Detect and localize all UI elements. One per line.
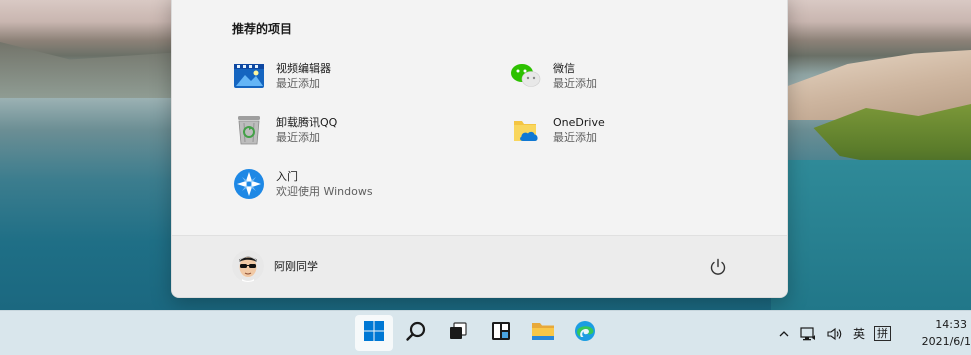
file-explorer-button[interactable] — [524, 315, 562, 351]
recommended-item-uninstall-qq[interactable]: 卸载腾讯QQ 最近添加 — [232, 110, 462, 150]
power-icon[interactable] — [709, 258, 727, 276]
get-started-icon — [232, 167, 266, 201]
recommended-item-subtitle: 欢迎使用 Windows — [276, 185, 373, 198]
recommended-item-subtitle: 最近添加 — [553, 131, 597, 144]
ime-mode-indicator[interactable]: 拼 — [874, 326, 891, 341]
show-hidden-icons-chevron-icon[interactable] — [778, 328, 790, 340]
task-view-icon — [447, 320, 469, 346]
windows-start-icon — [363, 320, 385, 346]
search-icon — [405, 320, 427, 346]
clock-date: 2021/6/1 — [921, 335, 971, 348]
recommended-item-name: 入门 — [276, 170, 298, 183]
avatar — [232, 250, 264, 282]
edge-icon — [574, 320, 596, 346]
recommended-item-name: 视频编辑器 — [276, 62, 331, 75]
wallpaper-hill — [0, 42, 175, 98]
network-icon[interactable] — [799, 326, 817, 342]
clock[interactable]: 14:33 2021/6/1 — [911, 316, 971, 350]
wechat-icon — [509, 59, 543, 93]
recommended-item-video-editor[interactable]: 视频编辑器 最近添加 — [232, 56, 462, 96]
taskbar: 英 拼 14:33 2021/6/1 — [0, 310, 971, 355]
start-menu: 推荐的项目 视频编辑器 最近添加 微信 最近添加 卸载腾讯QQ 最近添加 One… — [171, 0, 788, 298]
user-account-button[interactable]: 阿刚同学 — [232, 250, 318, 282]
recommended-item-name: OneDrive — [553, 116, 605, 129]
clock-time: 14:33 — [935, 318, 967, 331]
recommended-item-name: 卸载腾讯QQ — [276, 116, 338, 129]
recommended-item-wechat[interactable]: 微信 最近添加 — [509, 56, 739, 96]
widgets-icon — [490, 320, 512, 346]
video-editor-icon — [232, 59, 266, 93]
recommended-item-subtitle: 最近添加 — [553, 77, 597, 90]
recommended-item-get-started[interactable]: 入门 欢迎使用 Windows — [232, 164, 462, 204]
widgets-button[interactable] — [482, 315, 520, 351]
user-name: 阿刚同学 — [274, 260, 318, 273]
onedrive-icon — [509, 113, 543, 147]
recycle-bin-icon — [232, 113, 266, 147]
wallpaper-sand-dune — [781, 50, 971, 120]
recommended-item-name: 微信 — [553, 62, 575, 75]
volume-icon[interactable] — [826, 326, 844, 342]
edge-button[interactable] — [566, 315, 604, 351]
system-tray: 英 拼 — [778, 311, 891, 355]
start-button[interactable] — [355, 315, 393, 351]
start-menu-footer: 阿刚同学 — [172, 235, 787, 297]
recommended-title: 推荐的项目 — [232, 22, 293, 36]
search-button[interactable] — [397, 315, 435, 351]
ime-language-indicator[interactable]: 英 — [853, 325, 865, 342]
recommended-item-subtitle: 最近添加 — [276, 131, 320, 144]
recommended-item-onedrive[interactable]: OneDrive 最近添加 — [509, 110, 739, 150]
file-explorer-icon — [531, 320, 555, 346]
recommended-item-subtitle: 最近添加 — [276, 77, 320, 90]
wallpaper-water — [771, 160, 971, 310]
task-view-button[interactable] — [439, 315, 477, 351]
